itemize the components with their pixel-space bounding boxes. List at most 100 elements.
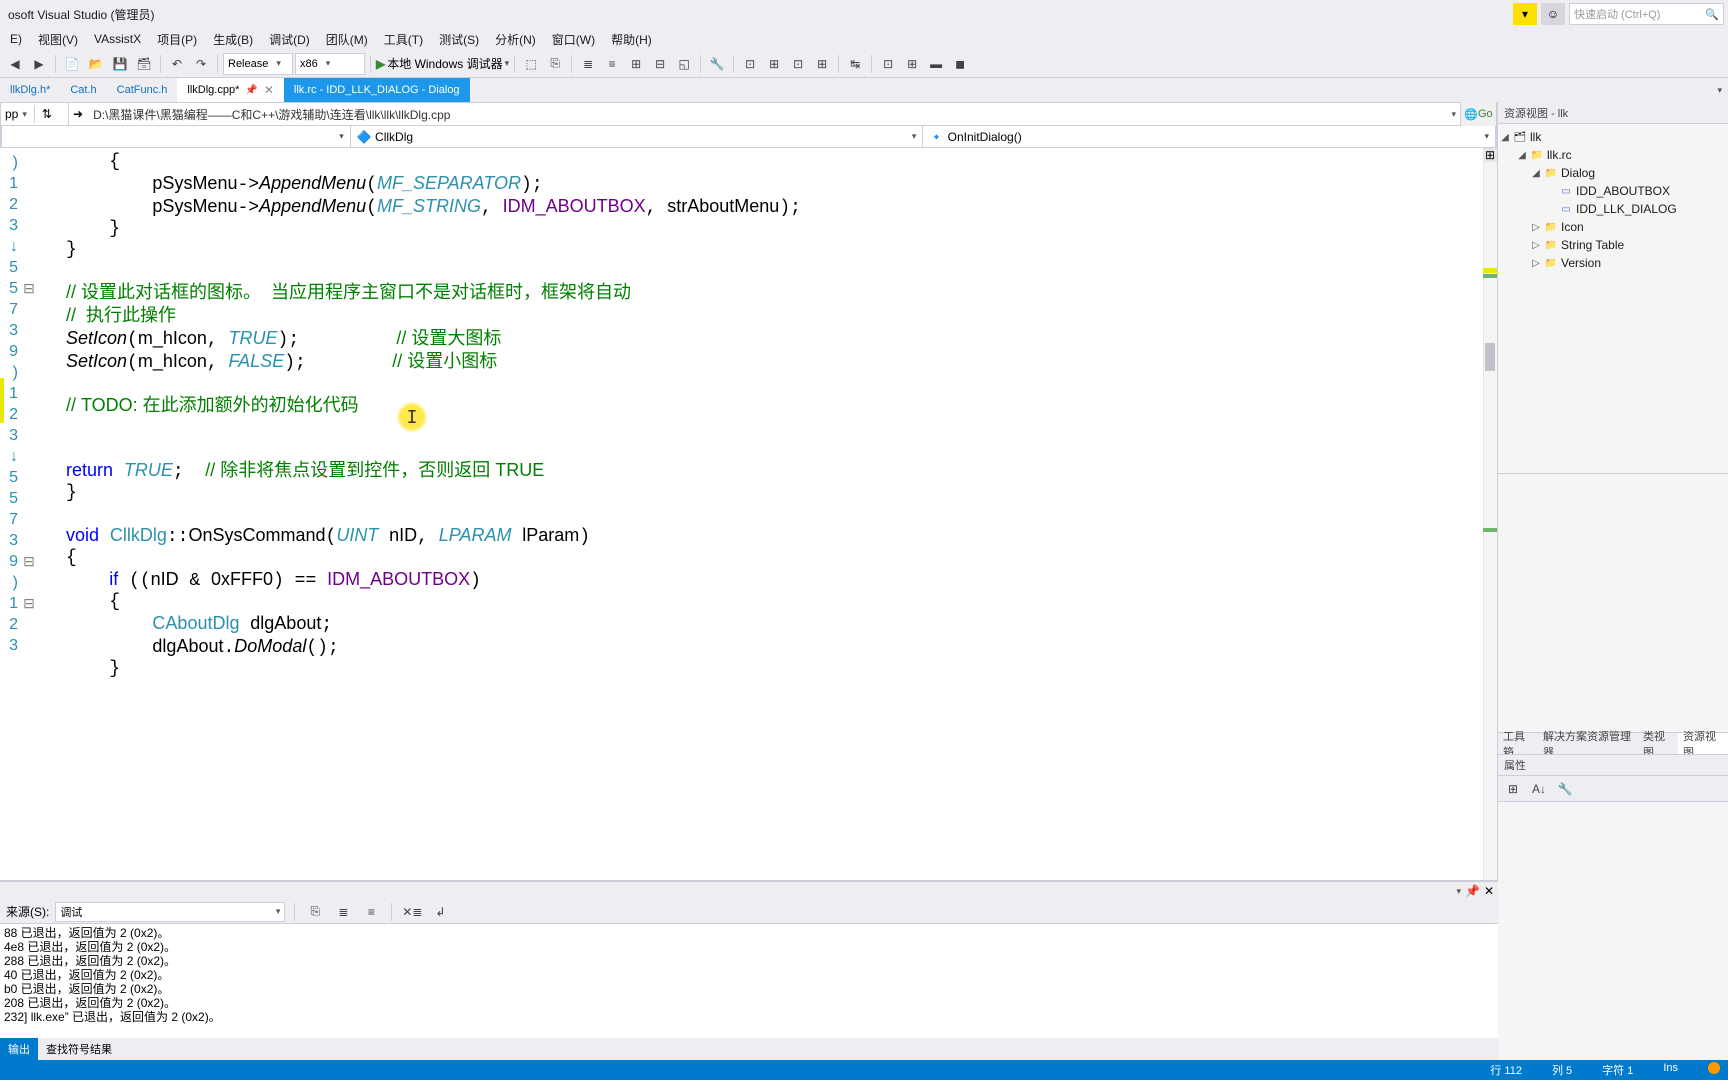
tb-icon-1[interactable]: ⬚ [520, 53, 542, 75]
right-panel-tabs: 工具箱 解决方案资源管理器 类视图 资源视图 [1498, 732, 1728, 754]
menu-tools[interactable]: 工具(T) [376, 28, 431, 51]
new-file-button[interactable]: 📄 [61, 53, 83, 75]
notification-flag-icon[interactable]: ▾ [1513, 3, 1537, 25]
go-button[interactable]: 🌐Go [1460, 102, 1496, 126]
tree-version-folder[interactable]: ▷📁Version [1500, 254, 1726, 272]
tab-class-view[interactable]: 类视图 [1638, 733, 1678, 754]
save-button[interactable]: 💾 [109, 53, 131, 75]
tabs-overflow-icon[interactable]: ▾ [1711, 78, 1728, 102]
output-tab-findsymbol[interactable]: 查找符号结果 [38, 1038, 120, 1060]
status-char: 字符 1 [1602, 1062, 1633, 1078]
redo-button[interactable]: ↷ [190, 53, 212, 75]
tab-llkrc-dialog[interactable]: llk.rc - IDD_LLK_DIALOG - Dialog [284, 78, 470, 102]
resource-tree[interactable]: ◢🗂llk ◢📁llk.rc ◢📁Dialog ▭IDD_ABOUTBOX ▭I… [1498, 124, 1728, 474]
platform-dropdown[interactable]: x86▾ [295, 53, 365, 75]
output-panel: ▾ 📌 ✕ 来源(S): 调试▾ ⎘ ≣ ≡ ✕≣ ↲ 88 已退出，返回值为 … [0, 880, 1498, 1060]
main-toolbar: ◀ ▶ 📄 📂 💾 🗃 ↶ ↷ Release▾ x86▾ ▶ 本地 Windo… [0, 50, 1728, 78]
tab-cat-h[interactable]: Cat.h [60, 78, 106, 102]
filepath-bar: pp▾⇅ ➜ D:\黑猫课件\黑猫编程——C和C++\游戏辅助\连连看\llk\… [0, 102, 1497, 126]
close-icon[interactable]: ✕ [264, 83, 274, 97]
output-tab-output[interactable]: 输出 [0, 1038, 38, 1060]
tb-icon-10[interactable]: ⊞ [763, 53, 785, 75]
undo-button[interactable]: ↶ [166, 53, 188, 75]
filepath-input[interactable]: D:\黑猫课件\黑猫编程——C和C++\游戏辅助\连连看\llk\llk\llk… [87, 103, 1447, 125]
tb-icon-17[interactable]: ◼ [949, 53, 971, 75]
output-btn-2[interactable]: ≣ [332, 901, 354, 923]
menu-help[interactable]: 帮助(H) [603, 28, 660, 51]
tb-icon-15[interactable]: ⊞ [901, 53, 923, 75]
output-wrap-button[interactable]: ↲ [429, 901, 451, 923]
output-pin-icon[interactable]: 📌 [1465, 884, 1480, 898]
output-clear-button[interactable]: ✕≣ [401, 901, 423, 923]
menu-view[interactable]: 视图(V) [30, 28, 86, 51]
run-label[interactable]: 本地 Windows 调试器 [387, 55, 502, 72]
output-dropdown-icon[interactable]: ▾ [1456, 886, 1461, 897]
tb-icon-12[interactable]: ⊞ [811, 53, 833, 75]
filepath-scope-dropdown[interactable]: pp▾⇅ [1, 103, 69, 125]
output-text[interactable]: 88 已退出，返回值为 2 (0x2)。 4e8 已退出，返回值为 2 (0x2… [0, 924, 1498, 1038]
tb-icon-3[interactable]: ≣ [577, 53, 599, 75]
status-bar: 行 112 列 5 字符 1 Ins [0, 1060, 1728, 1080]
tb-icon-2[interactable]: ⎘ [544, 53, 566, 75]
tb-icon-5[interactable]: ⊞ [625, 53, 647, 75]
menu-debug[interactable]: 调试(D) [261, 28, 318, 51]
tb-icon-16[interactable]: ▬ [925, 53, 947, 75]
menu-build[interactable]: 生成(B) [205, 28, 261, 51]
menu-team[interactable]: 团队(M) [318, 28, 376, 51]
properties-body [1498, 802, 1728, 1060]
tb-icon-7[interactable]: ◱ [673, 53, 695, 75]
tb-icon-13[interactable]: ↹ [844, 53, 866, 75]
output-close-icon[interactable]: ✕ [1484, 884, 1494, 898]
tab-llkdlg-h[interactable]: llkDlg.h* [0, 78, 60, 102]
properties-header: 属性 [1498, 754, 1728, 776]
tb-icon-6[interactable]: ⊟ [649, 53, 671, 75]
menu-vassistx[interactable]: VAssistX [86, 29, 149, 49]
menu-analyze[interactable]: 分析(N) [487, 28, 544, 51]
menu-project[interactable]: 项目(P) [149, 28, 205, 51]
menu-test[interactable]: 测试(S) [431, 28, 487, 51]
quick-launch-placeholder: 快速启动 (Ctrl+Q) [1574, 6, 1660, 22]
tab-catfunc-h[interactable]: CatFunc.h [107, 78, 178, 102]
menu-file[interactable]: E) [2, 29, 30, 49]
tab-solution-explorer[interactable]: 解决方案资源管理器 [1538, 733, 1638, 754]
nav-method-dropdown[interactable]: 🔹 OnInitDialog()▾ [923, 126, 1496, 148]
prop-wrench-icon[interactable]: 🔧 [1554, 778, 1576, 800]
status-ins: Ins [1663, 1062, 1678, 1078]
tab-toolbox[interactable]: 工具箱 [1498, 733, 1538, 754]
output-btn-3[interactable]: ≡ [360, 901, 382, 923]
tree-dialog-folder[interactable]: ◢📁Dialog [1500, 164, 1726, 182]
feedback-icon[interactable]: ☺ [1541, 3, 1565, 25]
tab-resource-view[interactable]: 资源视图 [1678, 733, 1728, 754]
tb-icon-14[interactable]: ⊡ [877, 53, 899, 75]
editor-tabs: llkDlg.h* Cat.h CatFunc.h llkDlg.cpp* 📌 … [0, 78, 1728, 102]
run-icon[interactable]: ▶ [376, 57, 385, 71]
menu-window[interactable]: 窗口(W) [544, 28, 603, 51]
nav-class-dropdown[interactable]: 🔷 CllkDlg▾ [351, 126, 924, 148]
tree-root[interactable]: ◢🗂llk [1500, 128, 1726, 146]
tb-icon-4[interactable]: ≡ [601, 53, 623, 75]
nav-back-button[interactable]: ◀ [4, 53, 26, 75]
nav-fwd-button[interactable]: ▶ [28, 53, 50, 75]
pin-icon[interactable]: 📌 [245, 85, 257, 96]
save-all-button[interactable]: 🗃 [133, 53, 155, 75]
resource-view-header: 资源视图 - llk [1498, 102, 1728, 124]
output-source-dropdown[interactable]: 调试▾ [55, 902, 285, 922]
prop-az-button[interactable]: A↓ [1528, 778, 1550, 800]
tree-rc[interactable]: ◢📁llk.rc [1500, 146, 1726, 164]
open-button[interactable]: 📂 [85, 53, 107, 75]
tree-stringtable-folder[interactable]: ▷📁String Table [1500, 236, 1726, 254]
config-dropdown[interactable]: Release▾ [223, 53, 293, 75]
tb-icon-9[interactable]: ⊡ [739, 53, 761, 75]
output-btn-1[interactable]: ⎘ [304, 901, 326, 923]
nav-project-dropdown[interactable]: ▾ [1, 126, 351, 148]
tree-dialog-aboutbox[interactable]: ▭IDD_ABOUTBOX [1500, 182, 1726, 200]
tree-dialog-llk[interactable]: ▭IDD_LLK_DIALOG [1500, 200, 1726, 218]
quick-launch-input[interactable]: 快速启动 (Ctrl+Q) 🔍 [1569, 3, 1724, 25]
tb-icon-11[interactable]: ⊡ [787, 53, 809, 75]
tree-icon-folder[interactable]: ▷📁Icon [1500, 218, 1726, 236]
tb-icon-8[interactable]: 🔧 [706, 53, 728, 75]
prop-cat-button[interactable]: ⊞ [1502, 778, 1524, 800]
properties-toolbar: ⊞ A↓ 🔧 [1498, 776, 1728, 802]
cursor-highlight: I [396, 401, 428, 433]
tab-llkdlg-cpp[interactable]: llkDlg.cpp* 📌 ✕ [177, 78, 283, 102]
